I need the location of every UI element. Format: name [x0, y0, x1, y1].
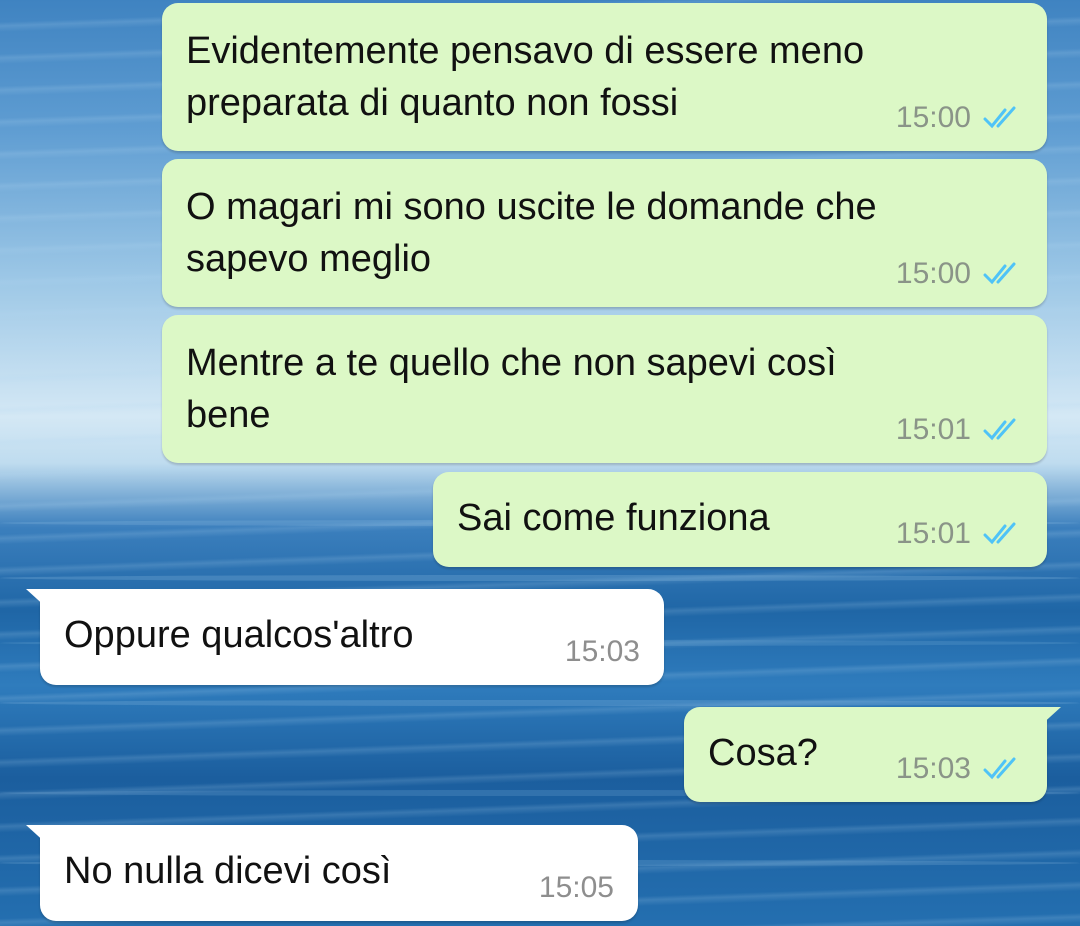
message-bubble-outgoing[interactable]: Mentre a te quello che non sapevi così b…: [162, 315, 1047, 463]
message-meta: 15:00: [896, 259, 1023, 289]
message-text-line: Mentre a te quello che non sapevi così: [186, 342, 837, 384]
message-text-line: Cosa?: [708, 732, 818, 774]
double-check-icon: [983, 757, 1016, 780]
message-meta: 15:00: [896, 103, 1023, 133]
message-time: 15:05: [538, 871, 614, 904]
message-text: Cosa?: [708, 727, 818, 779]
message-text-line: No nulla dicevi così: [64, 850, 392, 892]
message-text-line: preparata di quanto non fossi: [186, 82, 679, 124]
message-time: 15:03: [895, 752, 971, 785]
message-time: 15:00: [895, 101, 971, 134]
message-time: 15:01: [895, 413, 971, 446]
message-bubble-outgoing[interactable]: Evidentemente pensavo di essere meno pre…: [162, 3, 1047, 151]
message-bubble-outgoing[interactable]: Sai come funziona 15:01: [433, 472, 1047, 567]
message-bubble-incoming[interactable]: No nulla dicevi così 15:05: [26, 825, 638, 921]
bubble-tail: [26, 825, 48, 845]
double-check-icon: [983, 418, 1016, 441]
message-meta: 15:01: [896, 519, 1023, 549]
message-time: 15:01: [895, 517, 971, 550]
message-text-line: O magari mi sono uscite le domande che: [186, 186, 877, 228]
message-meta: 15:01: [896, 415, 1023, 445]
message-text: Oppure qualcos'altro: [64, 609, 413, 661]
bubble-tail: [1039, 707, 1061, 727]
double-check-icon: [983, 106, 1016, 129]
message-text: Mentre a te quello che non sapevi così b…: [186, 337, 837, 441]
message-bubble-incoming[interactable]: Oppure qualcos'altro 15:03: [26, 589, 664, 685]
double-check-icon: [983, 522, 1016, 545]
message-meta: 15:03: [896, 754, 1023, 784]
bubble-tail: [26, 589, 48, 609]
message-text: No nulla dicevi così: [64, 845, 391, 897]
double-check-icon: [983, 262, 1016, 285]
message-meta: 15:05: [539, 873, 614, 903]
message-time: 15:03: [564, 635, 640, 668]
message-text: Evidentemente pensavo di essere meno pre…: [186, 25, 864, 129]
message-text: Sai come funziona: [457, 492, 770, 544]
message-text-line: Sai come funziona: [457, 497, 770, 539]
message-time: 15:00: [895, 257, 971, 290]
message-bubble-outgoing[interactable]: O magari mi sono uscite le domande che s…: [162, 159, 1047, 307]
message-text-line: sapevo meglio: [186, 238, 432, 280]
message-text-line: Evidentemente pensavo di essere meno: [186, 30, 865, 72]
message-text-line: Oppure qualcos'altro: [64, 614, 414, 656]
message-text: O magari mi sono uscite le domande che s…: [186, 181, 877, 285]
message-bubble-outgoing[interactable]: Cosa? 15:03: [684, 707, 1061, 802]
message-meta: 15:03: [565, 637, 640, 667]
message-text-line: bene: [186, 394, 271, 436]
